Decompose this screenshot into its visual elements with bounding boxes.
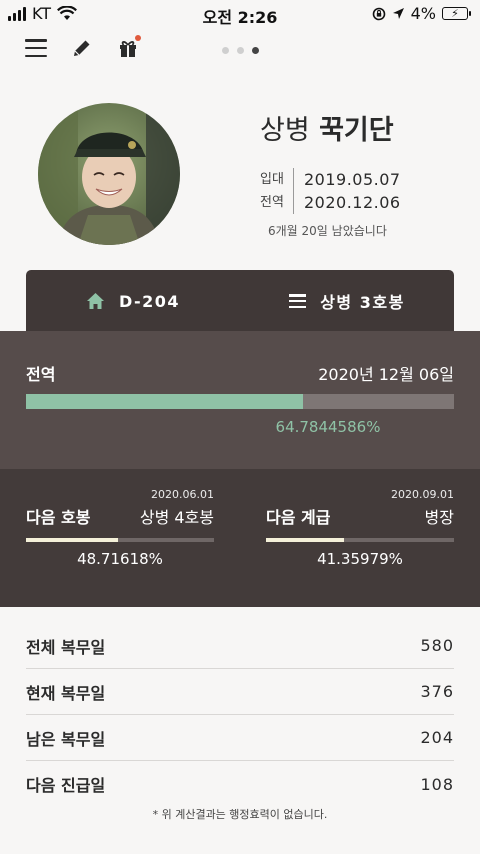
stat-value: 108 bbox=[420, 774, 454, 794]
tab-rank[interactable]: 상병 3호봉 bbox=[240, 270, 454, 332]
stat-label: 다음 진급일 bbox=[26, 776, 106, 795]
next-rank-progress-bar bbox=[266, 538, 454, 542]
stat-value: 376 bbox=[420, 682, 454, 701]
notification-dot bbox=[135, 35, 141, 41]
enlist-row: 입대 2019.05.07 bbox=[260, 168, 401, 191]
next-step-percent: 48.71618% bbox=[77, 550, 163, 568]
next-rank-percent: 41.35979% bbox=[317, 550, 403, 568]
next-step-progress-fill bbox=[26, 538, 118, 542]
battery-percent: 4% bbox=[410, 4, 436, 23]
remaining-text: 6개월 20일 남았습니다 bbox=[268, 224, 387, 238]
battery-icon: ⚡ bbox=[442, 7, 471, 20]
page-indicator[interactable] bbox=[222, 47, 259, 54]
tab-dday-label: D-204 bbox=[118, 291, 181, 311]
profile-nickname: 꾹기단 bbox=[319, 115, 394, 146]
stat-label: 현재 복무일 bbox=[26, 683, 106, 703]
avatar[interactable] bbox=[38, 103, 180, 245]
rotation-lock-icon bbox=[372, 7, 385, 20]
next-step-date: 2020.06.01 bbox=[151, 488, 214, 501]
status-right: 4% ⚡ bbox=[372, 4, 471, 23]
page-dot[interactable] bbox=[222, 47, 229, 54]
gift-icon[interactable] bbox=[116, 35, 141, 60]
stat-row-current: 현재 복무일 376 bbox=[26, 669, 454, 715]
enlist-label: 입대 bbox=[260, 168, 294, 191]
stat-value: 580 bbox=[420, 636, 454, 655]
status-bar: KT 오전 2:26 4% ⚡ bbox=[0, 0, 480, 28]
next-rank-date: 2020.09.01 bbox=[391, 488, 454, 501]
top-toolbar bbox=[24, 35, 141, 60]
stat-label: 전체 복무일 bbox=[26, 637, 106, 657]
discharge-row: 전역 2020.12.06 bbox=[260, 191, 401, 214]
discharge-date: 2020.12.06 bbox=[304, 193, 401, 212]
discharge-title: 전역 bbox=[26, 365, 56, 384]
stat-row-total: 전체 복무일 580 bbox=[26, 623, 454, 669]
profile-name: 상병 꾹기단 bbox=[260, 108, 394, 147]
discharge-full-date: 2020년 12월 06일 bbox=[318, 365, 454, 384]
service-dates: 입대 2019.05.07 전역 2020.12.06 bbox=[260, 168, 401, 214]
discharge-label: 전역 bbox=[260, 191, 294, 214]
list-icon bbox=[289, 294, 307, 308]
next-rank-target: 병장 bbox=[424, 508, 454, 527]
next-rank-progress-fill bbox=[266, 538, 344, 542]
profile-rank: 상병 bbox=[260, 115, 310, 146]
tab-dday[interactable]: D-204 bbox=[26, 270, 240, 332]
next-rank-label: 다음 계급 bbox=[266, 508, 331, 527]
next-step-label: 다음 호봉 bbox=[26, 508, 91, 527]
discharge-progress-bar bbox=[26, 394, 454, 409]
hamburger-icon[interactable] bbox=[24, 36, 48, 60]
enlist-date: 2019.05.07 bbox=[304, 170, 401, 189]
disclaimer: * 위 계산결과는 행정효력이 없습니다. bbox=[152, 808, 328, 821]
tab-rank-label: 상병 3호봉 bbox=[320, 293, 405, 312]
page-dot[interactable] bbox=[237, 47, 244, 54]
next-step-target: 상병 4호봉 bbox=[139, 508, 214, 527]
location-icon bbox=[392, 8, 404, 19]
discharge-percent: 64.7844586% bbox=[275, 418, 381, 436]
discharge-panel: 전역 2020년 12월 06일 64.7844586% bbox=[0, 331, 480, 469]
home-icon bbox=[86, 293, 104, 309]
summary-tabs: D-204 상병 3호봉 bbox=[26, 270, 454, 332]
next-step-progress-bar bbox=[26, 538, 214, 542]
stat-value: 204 bbox=[420, 728, 454, 747]
stat-row-next-promotion: 다음 진급일 108 bbox=[26, 761, 454, 807]
next-progress-panel: 2020.06.01 다음 호봉 상병 4호봉 48.71618% 2020.0… bbox=[0, 469, 480, 607]
page-dot-active[interactable] bbox=[252, 47, 259, 54]
discharge-progress-fill bbox=[26, 394, 304, 409]
service-stats: 전체 복무일 580 현재 복무일 376 남은 복무일 204 다음 진급일 … bbox=[26, 623, 454, 807]
stat-label: 남은 복무일 bbox=[26, 729, 106, 749]
stat-row-remaining: 남은 복무일 204 bbox=[26, 715, 454, 761]
pencil-icon[interactable] bbox=[70, 36, 94, 60]
